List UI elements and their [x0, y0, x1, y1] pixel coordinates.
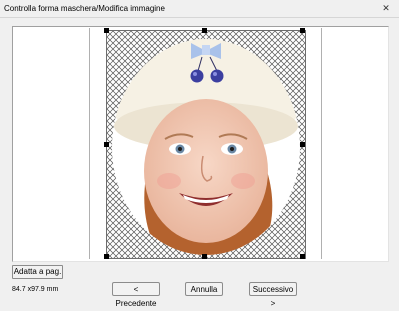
mask-preview[interactable] — [106, 30, 306, 259]
fit-to-page-button[interactable]: Adatta a pag. — [12, 265, 63, 279]
resize-handle-top[interactable] — [202, 28, 207, 33]
resize-handle-top-left[interactable] — [104, 28, 109, 33]
masked-photo — [107, 31, 305, 258]
resize-handle-bottom-left[interactable] — [104, 254, 109, 259]
cancel-button[interactable]: Annulla — [185, 282, 223, 296]
resize-handle-right[interactable] — [300, 142, 305, 147]
resize-handle-bottom-right[interactable] — [300, 254, 305, 259]
size-readout: 84.7 x97.9 mm — [12, 286, 59, 293]
window-title: Controlla forma maschera/Modifica immagi… — [4, 4, 165, 13]
close-icon[interactable]: ✕ — [380, 3, 392, 13]
title-bar: Controlla forma maschera/Modifica immagi… — [0, 0, 399, 18]
resize-handle-top-right[interactable] — [300, 28, 305, 33]
resize-handle-bottom[interactable] — [202, 254, 207, 259]
previous-button[interactable]: < Precedente — [112, 282, 160, 308]
resize-handle-left[interactable] — [104, 142, 109, 147]
next-button[interactable]: Successivo > — [249, 282, 297, 308]
